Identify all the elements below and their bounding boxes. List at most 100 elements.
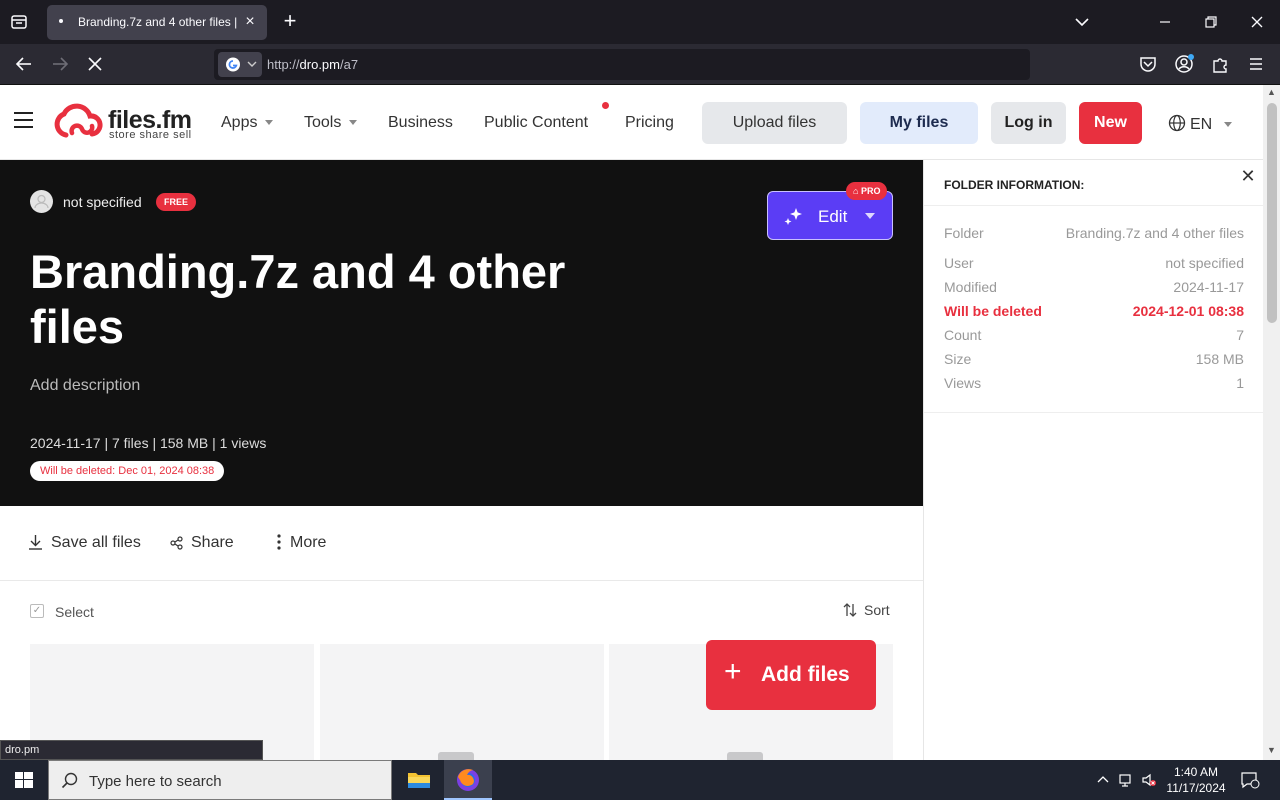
scroll-up-icon[interactable]: ▲ — [1267, 87, 1276, 97]
info-row-folder: Folder Branding.7z and 4 other files — [944, 225, 1244, 241]
avatar[interactable] — [30, 190, 53, 213]
divider — [924, 412, 1264, 413]
page-scrollbar[interactable]: ▲ ▼ — [1263, 85, 1280, 760]
chevron-down-icon — [265, 120, 274, 126]
loading-dot-icon — [59, 19, 63, 23]
cloud-logo-icon — [54, 103, 103, 138]
more-vertical-icon — [277, 534, 281, 550]
file-actions-bar: Save all files Share More — [0, 506, 923, 581]
files-fm-logo[interactable]: files.fm store share sell — [52, 103, 202, 145]
edit-label: Edit — [818, 207, 848, 226]
address-bar[interactable]: http://dro.pm/a7 — [214, 49, 1030, 80]
new-tab-icon[interactable]: + — [280, 10, 300, 33]
clock-date: 11/17/2024 — [1166, 781, 1226, 795]
folder-info-panel: FOLDER INFORMATION: ✕ Folder Branding.7z … — [923, 160, 1264, 760]
folder-hero: not specified FREE Branding.7z and 4 oth… — [0, 160, 923, 506]
chevron-down-icon — [349, 120, 358, 126]
start-button[interactable] — [0, 760, 48, 800]
info-row-count: Count 7 — [944, 327, 1244, 343]
file-card[interactable] — [320, 644, 604, 760]
sort-icon — [843, 603, 857, 617]
search-engine-icon[interactable] — [218, 52, 262, 77]
file-thumbnail — [727, 752, 763, 760]
panel-title: FOLDER INFORMATION: — [944, 178, 1085, 192]
plus-icon: + — [724, 655, 742, 688]
info-row-modified: Modified 2024-11-17 — [944, 279, 1244, 295]
info-row-size: Size 158 MB — [944, 351, 1244, 367]
url-text: http://dro.pm/a7 — [267, 57, 359, 72]
show-hidden-icons-icon[interactable] — [1095, 772, 1111, 788]
chevron-down-icon — [1224, 122, 1233, 128]
app-menu-icon[interactable] — [1245, 53, 1267, 75]
windows-logo-icon — [15, 772, 33, 788]
close-icon[interactable]: ✕ — [1240, 167, 1256, 185]
hamburger-menu-icon[interactable] — [14, 112, 33, 132]
browser-nav-bar: http://dro.pm/a7 — [0, 44, 1280, 85]
folder-title: Branding.7z and 4 other files — [30, 245, 566, 353]
stop-loading-icon[interactable] — [84, 53, 106, 75]
firefox-taskbar-icon[interactable] — [444, 760, 492, 800]
free-badge: FREE — [156, 193, 197, 211]
scroll-down-icon[interactable]: ▼ — [1267, 745, 1276, 755]
taskbar-clock[interactable]: 1:40 AM 11/17/2024 — [1166, 764, 1226, 796]
tab-list-icon[interactable] — [8, 11, 30, 33]
select-sort-row: ✓ Select Sort — [0, 581, 923, 641]
search-icon — [61, 772, 78, 789]
file-thumbnail — [438, 752, 474, 760]
share-icon — [170, 536, 183, 550]
globe-icon — [1168, 114, 1186, 132]
add-files-button[interactable]: + Add files — [706, 640, 876, 710]
notification-center-icon[interactable] — [1240, 771, 1260, 789]
save-all-files-button[interactable]: Save all files — [28, 534, 141, 552]
tab-close-icon[interactable]: × — [241, 13, 259, 31]
site-header: files.fm store share sell Apps Tools Bus… — [0, 85, 1263, 160]
pocket-icon[interactable] — [1137, 53, 1159, 75]
file-explorer-taskbar-icon[interactable] — [395, 760, 443, 800]
menu-tools[interactable]: Tools — [304, 114, 358, 132]
sparkle-icon — [784, 208, 802, 225]
my-files-button[interactable]: My files — [860, 102, 978, 144]
network-icon[interactable] — [1118, 772, 1134, 788]
language-selector[interactable]: EN — [1168, 114, 1233, 134]
info-row-will-be-deleted: Will be deleted 2024-12-01 08:38 — [944, 303, 1244, 319]
windows-taskbar: Type here to search 1:40 AM 11/17/2024 — [0, 760, 1280, 800]
user-icon — [34, 194, 49, 209]
restore-icon[interactable] — [1200, 11, 1222, 33]
new-button[interactable]: New — [1079, 102, 1142, 144]
more-button[interactable]: More — [276, 534, 326, 552]
taskbar-search[interactable]: Type here to search — [48, 760, 392, 800]
minimize-icon[interactable] — [1154, 11, 1176, 33]
list-all-tabs-icon[interactable] — [1071, 11, 1093, 33]
pro-badge: ⌂ PRO — [846, 182, 888, 200]
extensions-icon[interactable] — [1209, 53, 1231, 75]
info-row-user: User not specified — [944, 255, 1244, 271]
menu-business[interactable]: Business — [388, 114, 453, 132]
folder-meta: 2024-11-17 | 7 files | 158 MB | 1 views — [30, 435, 267, 451]
owner-name[interactable]: not specified — [63, 194, 142, 210]
add-description-field[interactable]: Add description — [30, 377, 140, 395]
menu-apps[interactable]: Apps — [221, 114, 274, 132]
close-window-icon[interactable] — [1246, 11, 1268, 33]
sort-button[interactable]: Sort — [842, 602, 890, 618]
select-all-checkbox[interactable]: ✓ — [30, 604, 44, 618]
tab-title: Branding.7z and 4 other files | f — [78, 15, 238, 29]
divider — [924, 205, 1264, 206]
browser-tab-active[interactable]: Branding.7z and 4 other files | f × — [47, 5, 267, 40]
menu-pricing[interactable]: Pricing — [625, 114, 674, 132]
account-icon[interactable] — [1173, 53, 1195, 75]
volume-muted-icon[interactable] — [1141, 772, 1157, 788]
upload-files-button[interactable]: Upload files — [702, 102, 847, 144]
forward-icon[interactable] — [49, 53, 71, 75]
chevron-down-icon[interactable] — [865, 213, 875, 219]
browser-tab-bar: Branding.7z and 4 other files | f × + — [0, 0, 1280, 44]
menu-public-content[interactable]: Public Content — [484, 114, 588, 132]
clock-time: 1:40 AM — [1173, 765, 1219, 779]
logo-tagline: store share sell — [109, 129, 192, 141]
link-status-bar: dro.pm — [0, 740, 263, 760]
delete-date-badge: Will be deleted: Dec 01, 2024 08:38 — [30, 461, 225, 481]
back-icon[interactable] — [13, 53, 35, 75]
log-in-button[interactable]: Log in — [991, 102, 1066, 144]
select-label[interactable]: Select — [55, 604, 94, 620]
share-button[interactable]: Share — [170, 534, 234, 552]
scrollbar-thumb[interactable] — [1267, 103, 1277, 323]
